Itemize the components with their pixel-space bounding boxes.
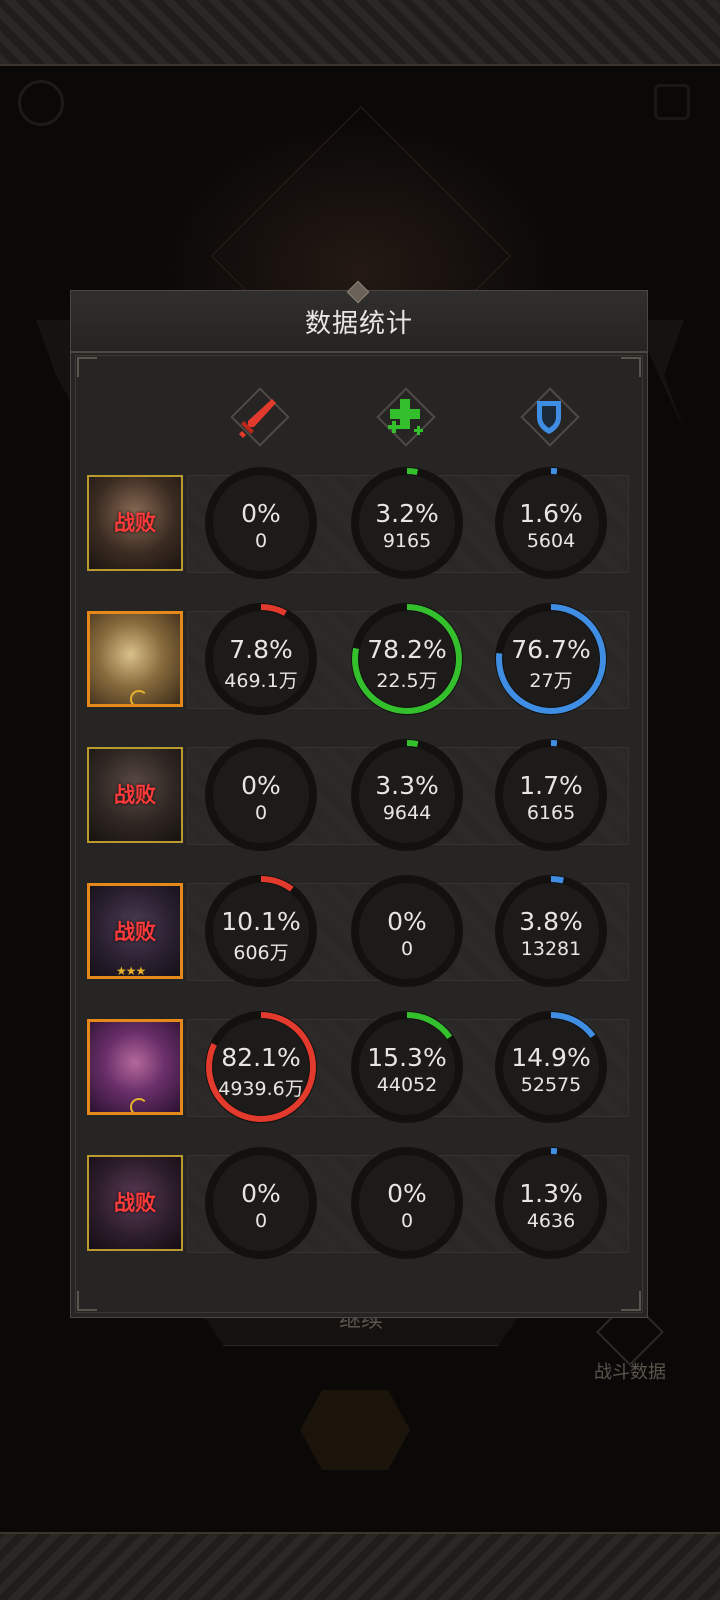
stats-panel: 数据统计 战败 0% 0 3.2% 9165 1.6% 5604 7.8% 469.1万 78.2… <box>70 280 648 1318</box>
heal-stat: 0% 0 <box>349 1145 465 1261</box>
stat-value: 44052 <box>376 1074 438 1096</box>
stat-value: 5604 <box>526 530 576 552</box>
stat-percent: 1.6% <box>519 499 583 528</box>
stat-value: 0 <box>254 530 268 552</box>
stat-percent: 76.7% <box>511 635 591 664</box>
defense-stat: 76.7% 27万 <box>493 601 609 717</box>
stat-value: 4636 <box>526 1210 576 1232</box>
hero-portrait[interactable]: 战败 ★★★ <box>87 883 183 979</box>
stat-percent: 0% <box>241 499 281 528</box>
top-frame-border <box>0 0 720 66</box>
defense-stat: 1.7% 6165 <box>493 737 609 853</box>
corner-ornament <box>621 357 641 377</box>
hero-portrait[interactable]: 战败 <box>87 747 183 843</box>
stat-percent: 15.3% <box>367 1043 447 1072</box>
stat-percent: 10.1% <box>221 907 301 936</box>
heal-plus-icon <box>380 391 430 441</box>
sword-damage-icon <box>234 391 284 441</box>
hero-row: 战败 ★★★ 10.1% 606万 0% 0 3.8% 13281 <box>87 873 633 989</box>
stat-value: 0 <box>400 938 414 960</box>
heal-stat: 3.3% 9644 <box>349 737 465 853</box>
hero-row: 7.8% 469.1万 78.2% 22.5万 76.7% 27万 <box>87 601 633 717</box>
damage-stat: 7.8% 469.1万 <box>203 601 319 717</box>
stat-percent: 1.7% <box>519 771 583 800</box>
stat-percent: 0% <box>387 1179 427 1208</box>
stat-value: 4939.6万 <box>218 1078 304 1100</box>
damage-stat: 10.1% 606万 <box>203 873 319 989</box>
stat-percent: 0% <box>387 907 427 936</box>
stat-value: 0 <box>254 802 268 824</box>
stat-value: 6165 <box>526 802 576 824</box>
battle-data-button[interactable]: 战斗数据 <box>585 1298 675 1384</box>
heal-stat: 78.2% 22.5万 <box>349 601 465 717</box>
defense-stat: 1.3% 4636 <box>493 1145 609 1261</box>
hero-row: 战败 0% 0 3.3% 9644 1.7% 6165 <box>87 737 633 853</box>
defense-stat: 3.8% 13281 <box>493 873 609 989</box>
stat-value: 9644 <box>382 802 432 824</box>
stat-value: 0 <box>400 1210 414 1232</box>
panel-title: 数据统计 <box>304 308 413 339</box>
stat-value: 27万 <box>529 670 573 692</box>
hero-portrait[interactable]: 战败 <box>87 1155 183 1251</box>
defeated-label: 战败 <box>114 920 156 944</box>
dimmed-menu-icon <box>654 84 690 120</box>
stat-percent: 3.2% <box>375 499 439 528</box>
stat-percent: 82.1% <box>221 1043 301 1072</box>
heal-stat: 0% 0 <box>349 873 465 989</box>
damage-stat: 82.1% 4939.6万 <box>203 1009 319 1125</box>
stat-percent: 1.3% <box>519 1179 583 1208</box>
hero-portrait[interactable]: 战败 <box>87 475 183 571</box>
stat-percent: 3.8% <box>519 907 583 936</box>
hero-row: 战败 0% 0 0% 0 1.3% 4636 <box>87 1145 633 1261</box>
corner-ornament <box>77 357 97 377</box>
moon-badge-icon <box>130 1098 148 1112</box>
stat-percent: 14.9% <box>511 1043 591 1072</box>
stat-percent: 78.2% <box>367 635 447 664</box>
hero-row: 战败 0% 0 3.2% 9165 1.6% 5604 <box>87 465 633 581</box>
stat-percent: 7.8% <box>229 635 293 664</box>
damage-stat: 0% 0 <box>203 465 319 581</box>
damage-stat: 0% 0 <box>203 1145 319 1261</box>
hero-row: 82.1% 4939.6万 15.3% 44052 14.9% 52575 <box>87 1009 633 1125</box>
damage-stat: 0% 0 <box>203 737 319 853</box>
stat-value: 22.5万 <box>376 670 438 692</box>
bottom-frame-border <box>0 1532 720 1600</box>
stat-percent: 3.3% <box>375 771 439 800</box>
star-rank-icon: ★★★ <box>116 964 146 978</box>
moon-badge-icon <box>130 690 148 704</box>
dimmed-speed-icon <box>18 80 64 126</box>
stat-value: 52575 <box>520 1074 582 1096</box>
defeated-label: 战败 <box>114 1191 156 1215</box>
corner-ornament <box>77 1291 97 1311</box>
stat-value: 0 <box>254 1210 268 1232</box>
stat-percent: 0% <box>241 771 281 800</box>
hero-portrait[interactable] <box>87 611 183 707</box>
stat-percent: 0% <box>241 1179 281 1208</box>
hero-portrait[interactable] <box>87 1019 183 1115</box>
defeated-label: 战败 <box>114 511 156 535</box>
stat-value: 9165 <box>382 530 432 552</box>
stat-value: 606万 <box>233 942 289 964</box>
corner-ornament <box>621 1291 641 1311</box>
defense-stat: 1.6% 5604 <box>493 465 609 581</box>
bottom-badge-icon <box>300 1390 410 1470</box>
defeated-label: 战败 <box>114 783 156 807</box>
stat-value: 469.1万 <box>224 670 298 692</box>
heal-stat: 3.2% 9165 <box>349 465 465 581</box>
heal-stat: 15.3% 44052 <box>349 1009 465 1125</box>
stat-value: 13281 <box>520 938 582 960</box>
defense-stat: 14.9% 52575 <box>493 1009 609 1125</box>
shield-defense-icon <box>524 391 574 441</box>
